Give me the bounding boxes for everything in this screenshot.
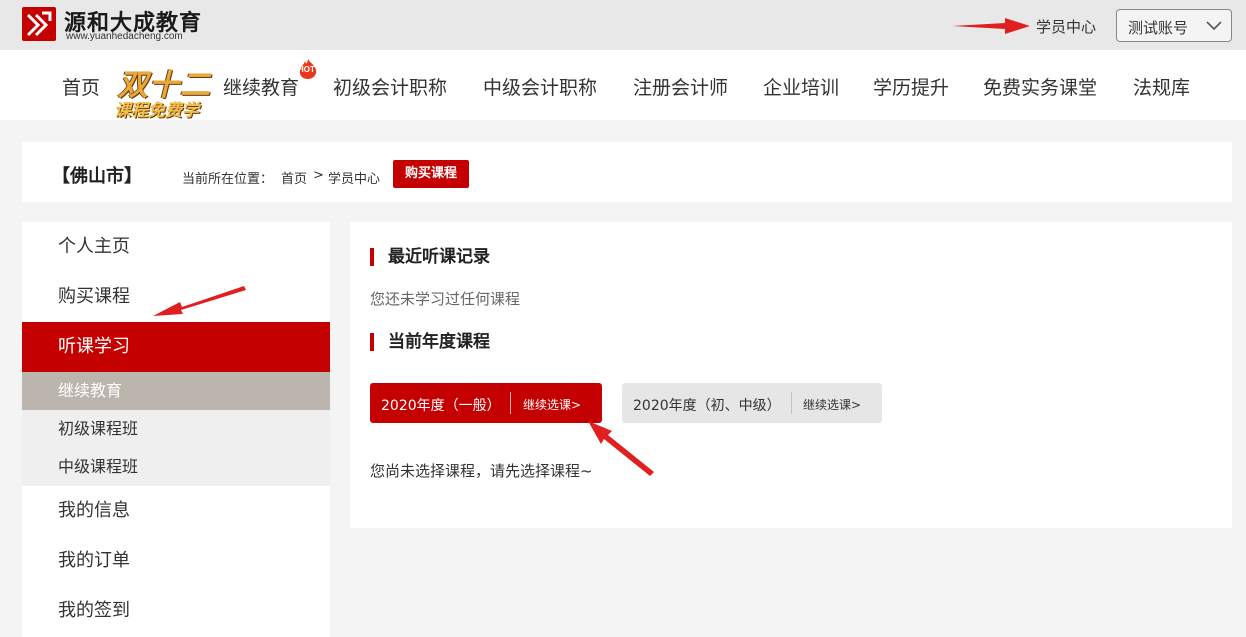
- annotation-arrow-icon: [153, 286, 246, 316]
- chevron-down-icon: [1206, 21, 1222, 31]
- continue-select-link[interactable]: 继续选课>: [523, 396, 581, 413]
- brand-logo-mark: [22, 7, 56, 41]
- nav-item-regulations[interactable]: 法规库: [1133, 73, 1190, 100]
- account-dropdown[interactable]: 测试账号: [1116, 9, 1232, 42]
- nav-item-cpa[interactable]: 注册会计师: [633, 73, 728, 100]
- year-tab-junior-intermediate[interactable]: 2020年度（初、中级） 继续选课>: [622, 383, 882, 423]
- divider: [510, 392, 511, 414]
- current-year-title: 当前年度课程: [370, 333, 490, 351]
- recent-records-empty: 您还未学习过任何课程: [370, 290, 521, 308]
- breadcrumb-separator: >: [313, 168, 324, 183]
- nav-item-free-classes[interactable]: 免费实务课堂: [983, 73, 1097, 100]
- breadcrumb-home[interactable]: 首页: [281, 168, 307, 187]
- hot-badge: HOT: [296, 58, 320, 80]
- nav-item-enterprise-training[interactable]: 企业培训: [763, 73, 839, 100]
- main-nav: 首页 双十二 课程免费学 继续教育 HOT 初级会计职称 中级会计职称 注册会计…: [0, 50, 1246, 121]
- main-panel: 最近听课记录 您还未学习过任何课程 当前年度课程 2020年度（一般） 继续选课…: [350, 222, 1232, 528]
- promo-line2: 课程免费学: [114, 101, 199, 121]
- promo-banner[interactable]: 双十二 课程免费学: [112, 60, 212, 121]
- student-center-link[interactable]: 学员中心: [1036, 16, 1096, 37]
- year-tab-label: 2020年度（初、中级）: [633, 398, 781, 414]
- buy-course-button[interactable]: 购买课程: [393, 160, 469, 188]
- sidebar-subitem-continuing[interactable]: 继续教育: [22, 372, 330, 410]
- nav-item-continuing-education[interactable]: 继续教育: [223, 73, 299, 100]
- year-tab-label: 2020年度（一般）: [381, 398, 501, 414]
- brand-url: www.yuanhedacheng.com: [66, 31, 183, 42]
- sidebar-submenu: 继续教育 初级课程班 中级课程班: [22, 372, 330, 486]
- breadcrumb-prefix: 当前所在位置：: [182, 172, 274, 187]
- choose-course-hint: 您尚未选择课程，请先选择课程~: [370, 462, 593, 480]
- sidebar-subitem-junior[interactable]: 初级课程班: [22, 410, 330, 448]
- nav-item-degree[interactable]: 学历提升: [873, 73, 949, 100]
- brand-logo[interactable]: 源和大成教育 www.yuanhedacheng.com: [22, 5, 212, 45]
- annotation-arrow-icon: [588, 421, 654, 476]
- sidebar-item-study[interactable]: 听课学习: [22, 322, 330, 372]
- nav-item-intermediate-accounting[interactable]: 中级会计职称: [483, 73, 597, 100]
- nav-item-junior-accounting[interactable]: 初级会计职称: [333, 73, 447, 100]
- sidebar-item-home[interactable]: 个人主页: [22, 222, 330, 272]
- sidebar-item-my-checkin[interactable]: 我的签到: [22, 586, 330, 636]
- divider: [791, 392, 792, 414]
- breadcrumb-current: 学员中心: [328, 172, 381, 187]
- city-label[interactable]: 【佛山市】: [52, 162, 142, 188]
- top-bar: 源和大成教育 www.yuanhedacheng.com 学员中心 测试账号: [0, 0, 1246, 50]
- year-tab-general[interactable]: 2020年度（一般） 继续选课>: [370, 383, 602, 423]
- sidebar-item-my-info[interactable]: 我的信息: [22, 486, 330, 536]
- sidebar-subitem-intermediate[interactable]: 中级课程班: [22, 448, 330, 486]
- hot-badge-text: HOT: [298, 65, 315, 74]
- annotation-arrow-icon: [952, 18, 1030, 34]
- continue-select-link[interactable]: 继续选课>: [803, 396, 861, 413]
- location-bar: 【佛山市】 当前所在位置： 首页 > 学员中心 购买课程: [22, 142, 1232, 202]
- sidebar-item-my-orders[interactable]: 我的订单: [22, 536, 330, 586]
- recent-records-title: 最近听课记录: [370, 248, 490, 266]
- nav-item-home[interactable]: 首页: [62, 73, 100, 100]
- account-label: 测试账号: [1128, 19, 1189, 37]
